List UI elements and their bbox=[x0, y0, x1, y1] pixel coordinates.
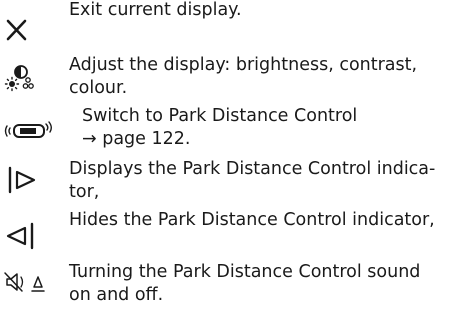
hide-indicator-icon bbox=[6, 222, 34, 250]
legend-text-exit: Exit current display. bbox=[69, 0, 454, 22]
legend-line: Hides the Park Distance Control indicato… bbox=[69, 210, 435, 230]
legend-line: Turning the Park Distance Control sound bbox=[69, 262, 421, 282]
legend-line: Switch to Park Distance Control bbox=[82, 106, 358, 126]
brightness-contrast-icon bbox=[4, 65, 34, 92]
legend-line: Displays the Park Distance Control indic… bbox=[69, 159, 436, 179]
legend-text-show-indicator: Displays the Park Distance Control indic… bbox=[69, 158, 454, 204]
x-close-icon bbox=[6, 19, 27, 41]
legend-line: tor, bbox=[69, 182, 100, 202]
legend-line: Exit current display. bbox=[69, 0, 242, 20]
legend-text-adjust-display: Adjust the display: brightness, contrast… bbox=[69, 54, 454, 100]
show-indicator-icon bbox=[8, 166, 36, 194]
legend-line: colour. bbox=[69, 78, 128, 98]
legend-text-park-distance: Switch to Park Distance Control → page 1… bbox=[82, 105, 459, 151]
legend-text-sound: Turning the Park Distance Control sound … bbox=[69, 261, 454, 307]
legend-text-hide-indicator: Hides the Park Distance Control indicato… bbox=[69, 209, 454, 232]
sound-toggle-icon bbox=[4, 272, 45, 292]
legend-line: on and off. bbox=[69, 285, 164, 305]
park-distance-control-icon bbox=[4, 121, 52, 138]
legend-line: → page 122. bbox=[82, 129, 191, 149]
legend-line: Adjust the display: brightness, contrast… bbox=[69, 55, 418, 75]
document-page: { "items": [ { "icon": "x-close-icon", "… bbox=[0, 0, 459, 309]
